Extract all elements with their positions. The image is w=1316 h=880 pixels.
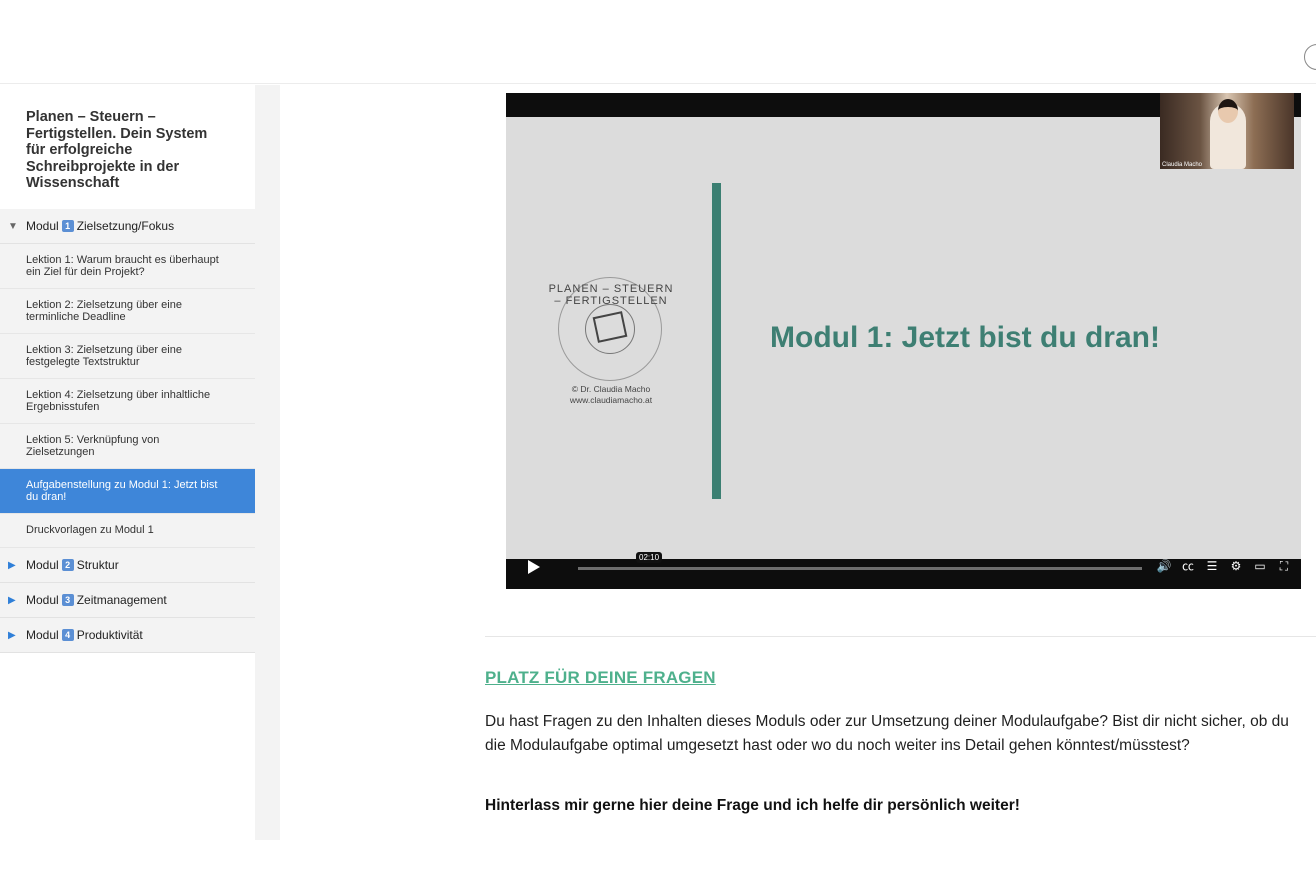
- video-controls: 02:10 🔊 ㏄ ☰ ⚙ ▭ ⛶: [506, 552, 1301, 589]
- account-button[interactable]: [1304, 44, 1316, 70]
- module-prefix: Modul: [26, 558, 59, 572]
- presenter-name: Claudia Macho: [1162, 162, 1203, 168]
- play-icon[interactable]: [528, 560, 540, 574]
- lesson-item[interactable]: Lektion 5: Verknüpfung von Zielsetzungen: [0, 424, 255, 469]
- picture-in-picture-icon[interactable]: ▭: [1251, 557, 1269, 575]
- volume-icon[interactable]: 🔊: [1155, 557, 1173, 575]
- module-prefix: Modul: [26, 593, 59, 607]
- number-badge: 1: [61, 220, 74, 232]
- lesson-item[interactable]: Lektion 1: Warum braucht es überhaupt ei…: [0, 244, 255, 289]
- presenter-head: [1218, 99, 1238, 123]
- module-name: Produktivität: [76, 628, 143, 642]
- questions-paragraph: Du hast Fragen zu den Inhalten dieses Mo…: [485, 713, 1289, 754]
- transcript-icon[interactable]: ☰: [1203, 557, 1221, 575]
- questions-cta: Hinterlass mir gerne hier deine Frage un…: [485, 797, 1020, 814]
- captions-icon[interactable]: ㏄: [1179, 557, 1197, 575]
- fullscreen-icon[interactable]: ⛶: [1275, 557, 1293, 575]
- caret-right-icon: ▶: [8, 594, 16, 606]
- module-row-3[interactable]: ▶ Modul 3 Zeitmanagement: [0, 583, 255, 618]
- lesson-item[interactable]: Lektion 3: Zielsetzung über eine festgel…: [0, 334, 255, 379]
- control-icons: 🔊 ㏄ ☰ ⚙ ▭ ⛶: [1155, 557, 1293, 575]
- module-row-2[interactable]: ▶ Modul 2 Struktur: [0, 548, 255, 583]
- logo-copyright-line: © Dr. Claudia Macho: [571, 384, 651, 394]
- module-name: Zeitmanagement: [76, 593, 167, 607]
- module-name: Struktur: [76, 558, 119, 572]
- time-tooltip: 02:10: [636, 552, 663, 563]
- course-title: Planen – Steuern – Fertigstellen. Dein S…: [0, 85, 255, 209]
- caret-down-icon: ▼: [8, 220, 18, 232]
- module-prefix: Modul: [26, 628, 59, 642]
- module-row-4[interactable]: ▶ Modul 4 Produktivität: [0, 618, 255, 653]
- top-bar: [0, 0, 1316, 84]
- progress-bar[interactable]: 02:10: [578, 552, 1142, 570]
- caret-right-icon: ▶: [8, 559, 16, 571]
- questions-heading-link[interactable]: PLATZ FÜR DEINE FRAGEN: [485, 668, 716, 688]
- sidebar-gutter: [255, 85, 280, 840]
- section-divider: [485, 636, 1316, 637]
- lesson-item[interactable]: Lektion 4: Zielsetzung über inhaltliche …: [0, 379, 255, 424]
- logo-url: www.claudiamacho.at: [569, 395, 653, 405]
- number-badge: 2: [61, 559, 74, 571]
- module-prefix: Modul: [26, 219, 59, 233]
- module-name: Zielsetzung/Fokus: [76, 219, 175, 233]
- lesson-item[interactable]: Lektion 2: Zielsetzung über eine terminl…: [0, 289, 255, 334]
- lesson-item[interactable]: Druckvorlagen zu Modul 1: [0, 514, 255, 548]
- settings-gear-icon[interactable]: ⚙: [1227, 557, 1245, 575]
- presenter-webcam: Claudia Macho: [1160, 93, 1294, 169]
- lesson-item-active[interactable]: Aufgabenstellung zu Modul 1: Jetzt bist …: [0, 469, 255, 514]
- slide-title: Modul 1: Jetzt bist du dran!: [770, 321, 1160, 354]
- number-badge: 4: [61, 629, 74, 641]
- caret-right-icon: ▶: [8, 629, 16, 641]
- course-sidebar: Planen – Steuern – Fertigstellen. Dein S…: [0, 85, 255, 840]
- video-player[interactable]: Claudia Macho PLANEN – STEUERN – FERTIGS…: [506, 93, 1301, 589]
- module-row-1[interactable]: ▼ Modul 1 Zielsetzung/Fokus: [0, 209, 255, 244]
- logo-text: PLANEN – STEUERN – FERTIGSTELLEN: [548, 283, 674, 307]
- slide-divider-bar: [712, 183, 721, 499]
- number-badge: 3: [61, 594, 74, 606]
- logo-copyright: © Dr. Claudia Macho www.claudiamacho.at: [546, 384, 676, 406]
